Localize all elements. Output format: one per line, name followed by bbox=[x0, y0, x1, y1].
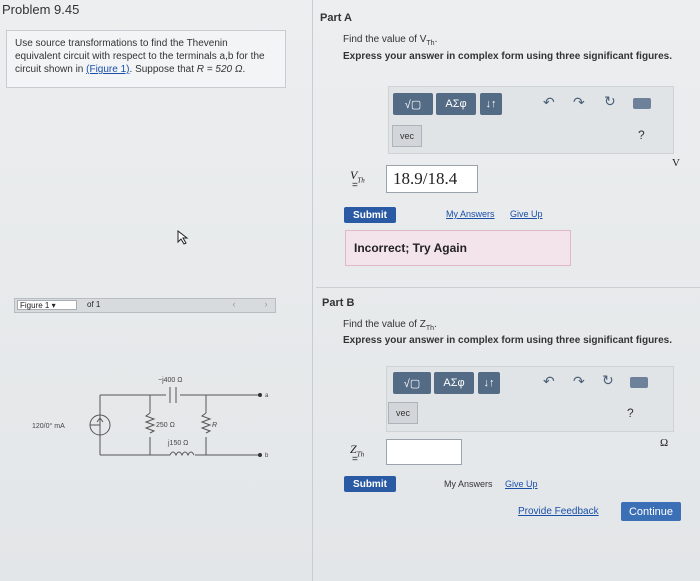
prev-figure-button[interactable]: ‹ bbox=[227, 299, 241, 310]
part-a-redo-icon[interactable]: ↷ bbox=[573, 94, 585, 111]
figure-select[interactable]: Figure 1 ▾ bbox=[17, 300, 77, 310]
problem-statement: Use source transformations to find the T… bbox=[6, 30, 286, 88]
part-a-subscript-button[interactable]: ↓↑ bbox=[480, 93, 502, 115]
part-a-submit-button[interactable]: Submit bbox=[344, 207, 396, 223]
column-divider bbox=[312, 0, 313, 581]
part-a-equals: = bbox=[352, 180, 358, 191]
part-b-vec-button[interactable]: vec bbox=[388, 402, 418, 424]
part-a-templates-button[interactable]: √▢ bbox=[393, 93, 433, 115]
part-a-reset-icon[interactable]: ↻ bbox=[604, 93, 616, 110]
circuit-diagram: −j400 Ω 120/0° mA 250 Ω j150 Ω R a b bbox=[32, 377, 269, 459]
figure-link[interactable]: (Figure 1) bbox=[86, 64, 129, 75]
part-b-templates-button[interactable]: √▢ bbox=[393, 372, 431, 394]
part-divider bbox=[316, 287, 700, 288]
part-b-my-answers-link[interactable]: My Answers bbox=[444, 479, 493, 489]
terminal-a bbox=[258, 393, 262, 397]
provide-feedback-link[interactable]: Provide Feedback bbox=[518, 506, 599, 517]
cap-label: −j400 Ω bbox=[158, 377, 183, 384]
r-label: R bbox=[212, 422, 217, 429]
part-b-answer-input[interactable] bbox=[386, 439, 462, 465]
part-a-help-icon[interactable]: ? bbox=[638, 128, 645, 142]
part-a-undo-icon[interactable]: ↶ bbox=[543, 94, 555, 111]
part-a-label: Part A bbox=[320, 12, 352, 24]
part-b-subscript-button[interactable]: ↓↑ bbox=[478, 372, 500, 394]
part-b-help-icon[interactable]: ? bbox=[627, 406, 634, 420]
part-b-label: Part B bbox=[322, 297, 355, 309]
continue-button[interactable]: Continue bbox=[621, 502, 681, 521]
source-label: 120/0° mA bbox=[32, 422, 65, 430]
figure-nav-bar: Figure 1 ▾ of 1 ‹ › bbox=[14, 298, 276, 313]
ind-label: j150 Ω bbox=[167, 440, 188, 447]
cursor-icon bbox=[177, 229, 189, 245]
terminal-a-label: a bbox=[265, 393, 269, 399]
part-b-unit: Ω bbox=[660, 437, 669, 449]
problem-title: Problem 9.45 bbox=[2, 2, 80, 17]
part-b-give-up-link[interactable]: Give Up bbox=[505, 479, 538, 489]
part-b-question: Find the value of ZTh. bbox=[343, 319, 437, 332]
r1-label: 250 Ω bbox=[156, 422, 175, 429]
part-a-feedback: Incorrect; Try Again bbox=[345, 230, 571, 266]
r-value: R = 520 Ω bbox=[196, 64, 243, 75]
page: Problem 9.45 Use source transformations … bbox=[0, 0, 700, 581]
part-b-submit-button[interactable]: Submit bbox=[344, 476, 396, 492]
part-b-keyboard-icon[interactable] bbox=[630, 377, 648, 388]
part-b-undo-icon[interactable]: ↶ bbox=[543, 373, 555, 390]
part-b-equals: = bbox=[352, 454, 358, 465]
part-a-give-up-link[interactable]: Give Up bbox=[510, 209, 543, 219]
part-a-question: Find the value of VTh. bbox=[343, 34, 438, 47]
part-a-symbols-button[interactable]: ΑΣφ bbox=[436, 93, 476, 115]
part-a-instruction: Express your answer in complex form usin… bbox=[343, 51, 672, 62]
part-a-answer-input[interactable]: 18.9/18.4 bbox=[386, 165, 478, 193]
part-a-unit: V bbox=[672, 157, 680, 169]
part-b-reset-icon[interactable]: ↻ bbox=[602, 372, 614, 389]
part-b-instruction: Express your answer in complex form usin… bbox=[343, 335, 672, 346]
part-b-symbols-button[interactable]: ΑΣφ bbox=[434, 372, 474, 394]
next-figure-button[interactable]: › bbox=[259, 299, 273, 310]
part-b-redo-icon[interactable]: ↷ bbox=[573, 373, 585, 390]
part-a-my-answers-link[interactable]: My Answers bbox=[446, 209, 495, 219]
terminal-b bbox=[258, 453, 262, 457]
terminal-b-label: b bbox=[265, 453, 269, 459]
figure-count: of 1 bbox=[87, 300, 101, 309]
part-a-vec-button[interactable]: vec bbox=[392, 125, 422, 147]
part-a-keyboard-icon[interactable] bbox=[633, 98, 651, 109]
